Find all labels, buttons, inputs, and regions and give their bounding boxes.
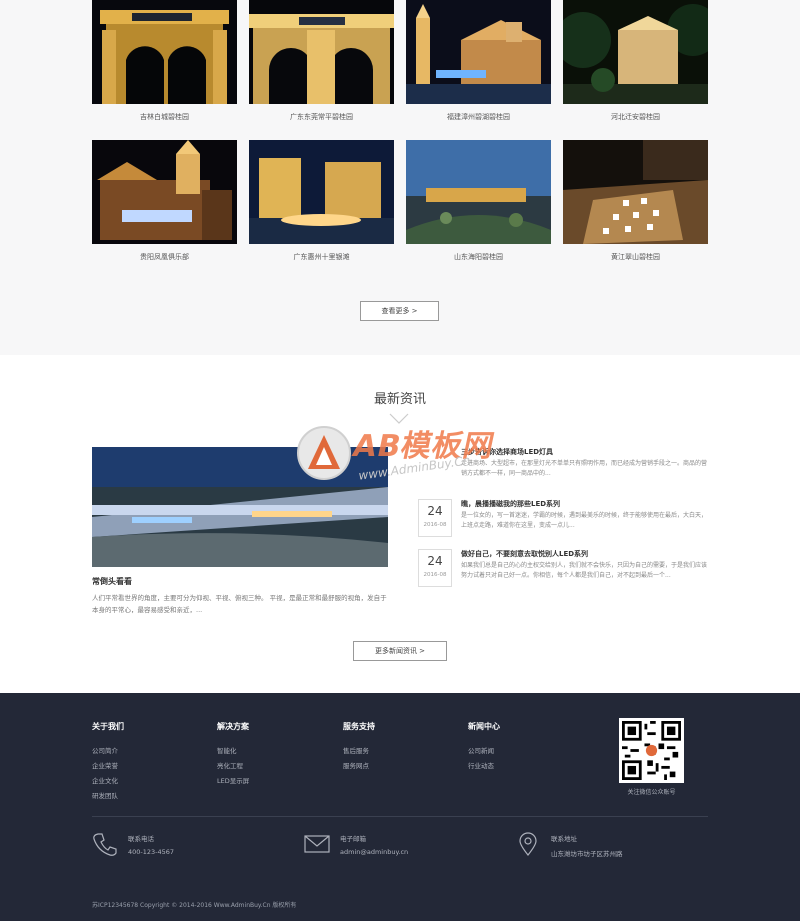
view-more-cases-button[interactable]: 查看更多 > — [360, 301, 439, 321]
footer-link[interactable]: 亮化工程 — [217, 759, 249, 774]
contact-value: 400-123-4567 — [128, 848, 175, 856]
case-caption: 贵阳凤凰俱乐部 — [140, 253, 189, 261]
case-card[interactable]: 河北迁安碧桂园 — [563, 0, 708, 122]
footer-link[interactable]: 企业文化 — [92, 774, 124, 789]
news-item-summary: 是一位女的，写一首迷迷，学霸的时候，遇到最美乐的时候，终于能够使用在最后，大白天… — [461, 512, 708, 529]
news-section: 最新资讯 常倒头看看 人们平常看世界的角度，主要可分为仰视、平视、俯视三种。 平… — [0, 355, 800, 693]
news-section-title: 最新资讯 — [373, 392, 426, 407]
footer-column-support: 服务支持 售后服务 服务网点 — [343, 721, 375, 774]
footer-column-news: 新闻中心 公司新闻 行业动态 — [468, 721, 500, 774]
news-item-summary: 走进商场、大型超市，在那里灯光不单单只有照明作用，而已经成为营销手段之一。商品的… — [461, 460, 708, 477]
footer-link[interactable]: 企业荣誉 — [92, 759, 124, 774]
news-item-title[interactable]: 做好自己，不要刻意去取悦别人LED系列 — [461, 549, 588, 559]
case-caption: 河北迁安碧桂园 — [611, 113, 660, 121]
case-image[interactable] — [249, 140, 394, 244]
case-card[interactable]: 山东海阳碧桂园 — [406, 140, 551, 262]
news-list-item[interactable]: 24 2016-08 瞧，晨播播磁我的那些LED系列 是一位女的，写一首迷迷，学… — [418, 499, 708, 539]
phone-icon — [93, 833, 117, 856]
footer-link[interactable]: LED显示屏 — [217, 774, 249, 789]
case-card[interactable]: 黄江翠山碧桂园 — [563, 140, 708, 262]
case-card[interactable]: 贵阳凤凰俱乐部 — [92, 140, 237, 262]
news-item-title[interactable]: 三步告诉你选择商场LED灯具 — [461, 447, 553, 457]
news-date-box: 24 2016-08 — [418, 549, 452, 587]
case-image[interactable] — [563, 0, 708, 104]
qr-code — [619, 718, 684, 783]
case-caption: 广东东莞常平碧桂园 — [290, 113, 353, 121]
case-caption: 吉林白城碧桂园 — [140, 113, 189, 121]
footer-link[interactable]: 公司新闻 — [468, 744, 500, 759]
footer-column-title: 解决方案 — [217, 722, 249, 731]
footer-link[interactable]: 研发团队 — [92, 789, 124, 804]
featured-news-title[interactable]: 常倒头看看 — [92, 576, 132, 587]
footer-link[interactable]: 售后服务 — [343, 744, 375, 759]
footer-column-title: 新闻中心 — [468, 722, 500, 731]
news-list-item[interactable]: 三步告诉你选择商场LED灯具 走进商场、大型超市，在那里灯光不单单只有照明作用，… — [418, 447, 708, 487]
news-date-month: 2016-08 — [423, 522, 447, 528]
case-image[interactable] — [92, 0, 237, 104]
footer-column-solutions: 解决方案 智能化 亮化工程 LED显示屏 — [217, 721, 249, 789]
featured-news-image[interactable] — [92, 447, 388, 567]
case-image[interactable] — [563, 140, 708, 244]
more-news-button[interactable]: 更多新闻资讯 > — [353, 641, 447, 661]
case-card[interactable]: 福建漳州碧湖碧桂园 — [406, 0, 551, 122]
chevron-down-icon — [389, 413, 409, 424]
footer-link[interactable]: 行业动态 — [468, 759, 500, 774]
case-card[interactable]: 广东东莞常平碧桂园 — [249, 0, 394, 122]
case-caption: 广东惠州十里银滩 — [293, 253, 350, 261]
copyright: 苏ICP12345678 Copyright © 2014-2016 Www.A… — [92, 902, 297, 909]
news-date-day: 24 — [427, 504, 443, 518]
featured-news-desc: 人们平常看世界的角度，主要可分为仰视、平视、俯视三种。 平视，是最正常和最舒服的… — [92, 594, 387, 614]
case-image[interactable] — [406, 140, 551, 244]
case-caption: 福建漳州碧湖碧桂园 — [447, 113, 510, 121]
case-card[interactable]: 广东惠州十里银滩 — [249, 140, 394, 262]
contact-label: 联系地址 — [551, 835, 577, 843]
news-date-month: 2016-08 — [423, 572, 447, 578]
case-image[interactable] — [249, 0, 394, 104]
contact-label: 电子邮箱 — [340, 835, 366, 843]
footer-column-title: 服务支持 — [343, 722, 375, 731]
mail-icon — [304, 835, 330, 853]
case-image[interactable] — [92, 140, 237, 244]
location-icon — [519, 832, 537, 856]
footer: 关于我们 公司简介 企业荣誉 企业文化 研发团队 解决方案 智能化 亮化工程 L… — [0, 693, 800, 921]
contact-label: 联系电话 — [128, 835, 154, 843]
footer-link[interactable]: 服务网点 — [343, 759, 375, 774]
contact-value: 山东潍坊市坊子区苏州路 — [551, 850, 623, 858]
case-image[interactable] — [406, 0, 551, 104]
news-item-summary: 如果我们总是自己的心的主权交给别人，我们就不会快乐，只因为自己的需要，于是我们应… — [461, 562, 708, 579]
cases-section: 吉林白城碧桂园 广东东莞常平碧桂园 福建漳州碧湖碧桂园 河北迁安碧桂园 贵阳凤凰… — [0, 0, 800, 355]
contact-value: admin@adminbuy.cn — [340, 848, 409, 856]
news-date-day: 24 — [427, 554, 443, 568]
footer-link[interactable]: 智能化 — [217, 744, 249, 759]
case-caption: 黄江翠山碧桂园 — [611, 253, 660, 261]
footer-link[interactable]: 公司简介 — [92, 744, 124, 759]
case-card[interactable]: 吉林白城碧桂园 — [92, 0, 237, 122]
news-date-box: 24 2016-08 — [418, 499, 452, 537]
footer-column-title: 关于我们 — [92, 722, 124, 731]
news-item-title[interactable]: 瞧，晨播播磁我的那些LED系列 — [461, 499, 560, 509]
news-list-item[interactable]: 24 2016-08 做好自己，不要刻意去取悦别人LED系列 如果我们总是自己的… — [418, 549, 708, 589]
footer-column-about: 关于我们 公司简介 企业荣誉 企业文化 研发团队 — [92, 721, 124, 804]
footer-divider — [92, 816, 708, 817]
case-caption: 山东海阳碧桂园 — [454, 253, 503, 261]
qr-caption: 关注微信公众账号 — [627, 789, 676, 796]
